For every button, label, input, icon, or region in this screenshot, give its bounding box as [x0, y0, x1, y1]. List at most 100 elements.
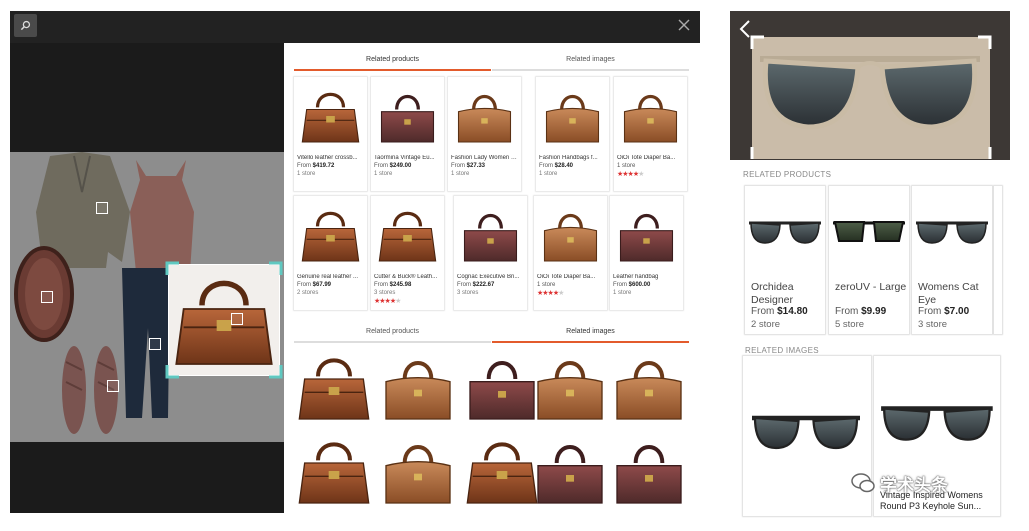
query-image: [730, 11, 1010, 160]
product-card[interactable]: OiOi Tote Diaper Ba... 1 store ★★★★★: [614, 77, 687, 191]
product-name: OiOi Tote Diaper Ba...: [537, 274, 596, 280]
product-card[interactable]: Vitello leather crossb... From $419.72 1 s…: [294, 77, 367, 191]
product-price: From $245.98: [374, 282, 412, 288]
product-name: Fashion Lady Women Gi...: [451, 155, 518, 161]
product-stores: 3 store: [918, 319, 948, 330]
product-card[interactable]: Taormina Vintage Eu... From $249.00 1 stor…: [371, 77, 444, 191]
product-image: [375, 200, 440, 270]
product-stores: 1 store: [451, 171, 470, 177]
product-image: [914, 196, 990, 266]
product-name: Womens Cat Eye: [918, 281, 979, 306]
related-images-heading: RELATED IMAGES: [745, 346, 819, 355]
product-name: zeroUV - Large: [835, 281, 907, 293]
tab-related-images[interactable]: Related images: [492, 53, 689, 71]
source-image: [10, 152, 284, 442]
rating-stars: ★★★★★: [617, 171, 644, 178]
product-name: Vitello leather crossb...: [297, 155, 358, 161]
product-card[interactable]: Cognac Executive Bri... From $222.67 3 sto…: [454, 196, 527, 310]
back-arrow-icon: [739, 20, 750, 38]
product-card[interactable]: Fashion Handbags f... From $28.40 1 store: [536, 77, 609, 191]
related-image[interactable]: [294, 347, 374, 429]
product-stores: 1 store: [613, 290, 632, 296]
product-image: [618, 81, 683, 151]
product-price: From $600.00: [613, 282, 651, 288]
product-stores: 1 store: [617, 163, 636, 169]
wechat-icon: [851, 473, 875, 493]
related-image[interactable]: [609, 431, 689, 513]
hotspot-cardigan[interactable]: [96, 202, 108, 214]
product-price: From $419.72: [297, 163, 335, 169]
product-stores: 1 store: [537, 282, 556, 288]
product-card[interactable]: Womens Cat Eye From $7.00 3 store: [912, 186, 992, 334]
product-image: [538, 200, 603, 270]
product-name: Fashion Handbags f...: [539, 155, 598, 161]
product-card[interactable]: Leather handbag From $600.00 1 store: [610, 196, 683, 310]
product-image: [452, 81, 517, 151]
product-image: [540, 81, 605, 151]
product-card-partial[interactable]: [994, 186, 1002, 334]
product-card[interactable]: OiOi Tote Diaper Ba... 1 store ★★★★★: [534, 196, 607, 310]
product-card[interactable]: Fashion Lady Women Gi... From $27.33 1 sto…: [448, 77, 521, 191]
product-image: [298, 200, 363, 270]
selected-region[interactable]: [165, 261, 283, 379]
close-button[interactable]: [674, 15, 694, 35]
results-panel: Related products Related images Vitello …: [284, 43, 700, 513]
product-name: Genuine real leather ...: [297, 274, 359, 280]
search-button[interactable]: [14, 14, 37, 37]
product-stores: 3 stores: [457, 290, 479, 296]
product-card[interactable]: Orchidea Designer From $14.80 2 store: [745, 186, 825, 334]
product-name: Cognac Executive Bri...: [457, 274, 520, 280]
search-icon: [20, 20, 31, 31]
sunglasses-photo: [730, 11, 1010, 160]
product-stores: 3 stores: [374, 290, 396, 296]
product-name: Taormina Vintage Eu...: [374, 155, 435, 161]
product-name: OiOi Tote Diaper Ba...: [617, 155, 676, 161]
product-stores: 1 store: [374, 171, 393, 177]
product-price: From $28.40: [539, 163, 574, 169]
product-image: [375, 81, 440, 151]
rating-stars: ★★★★★: [374, 298, 401, 305]
product-card[interactable]: Cutter & Buck® Leath... From $245.98 3 sto…: [371, 196, 444, 310]
related-image[interactable]: [530, 431, 610, 513]
results-tabs-top: Related products Related images: [294, 53, 689, 71]
product-price: From $67.99: [297, 282, 332, 288]
related-image-caption: Vintage Inspired Womens Round P3 Keyhole…: [880, 490, 983, 511]
product-price: From $249.00: [374, 163, 412, 169]
hotspot-handbag[interactable]: [231, 313, 243, 325]
rating-stars: ★★★★★: [537, 290, 564, 297]
tab-related-images[interactable]: Related images: [492, 325, 689, 343]
product-image: [298, 81, 363, 151]
product-price: From $7.00: [918, 306, 970, 317]
product-card[interactable]: Genuine real leather ... From $67.99 2 sto…: [294, 196, 367, 310]
product-name: Leather handbag: [613, 274, 659, 280]
product-image: [458, 200, 523, 270]
hotspot-clutch[interactable]: [41, 291, 53, 303]
tab-related-products[interactable]: Related products: [294, 325, 491, 343]
product-stores: 2 stores: [297, 290, 319, 296]
hotspot-jeans[interactable]: [149, 338, 161, 350]
related-image[interactable]: [530, 347, 610, 429]
related-image[interactable]: [378, 347, 458, 429]
product-stores: 2 store: [751, 319, 781, 330]
product-price: From $222.67: [457, 282, 495, 288]
product-stores: 5 store: [835, 319, 865, 330]
product-price: From $9.99: [835, 306, 887, 317]
related-image[interactable]: [378, 431, 458, 513]
product-name: Orchidea Designer: [751, 281, 794, 306]
product-stores: 1 store: [539, 171, 558, 177]
viewer-toolbar: [10, 11, 700, 43]
product-image: [747, 196, 823, 266]
results-tabs-bottom: Related products Related images: [294, 325, 689, 343]
product-price: From $27.33: [451, 163, 486, 169]
product-stores: 1 store: [297, 171, 316, 177]
tab-related-products[interactable]: Related products: [294, 53, 491, 71]
product-card[interactable]: zeroUV - Large From $9.99 5 store: [829, 186, 909, 334]
related-products-heading: RELATED PRODUCTS: [743, 170, 832, 179]
back-button[interactable]: [738, 19, 756, 39]
hotspot-sandals[interactable]: [107, 380, 119, 392]
close-icon: [678, 19, 690, 31]
crop-handles[interactable]: [165, 261, 283, 379]
product-image: [614, 200, 679, 270]
related-image[interactable]: [294, 431, 374, 513]
related-image[interactable]: [609, 347, 689, 429]
